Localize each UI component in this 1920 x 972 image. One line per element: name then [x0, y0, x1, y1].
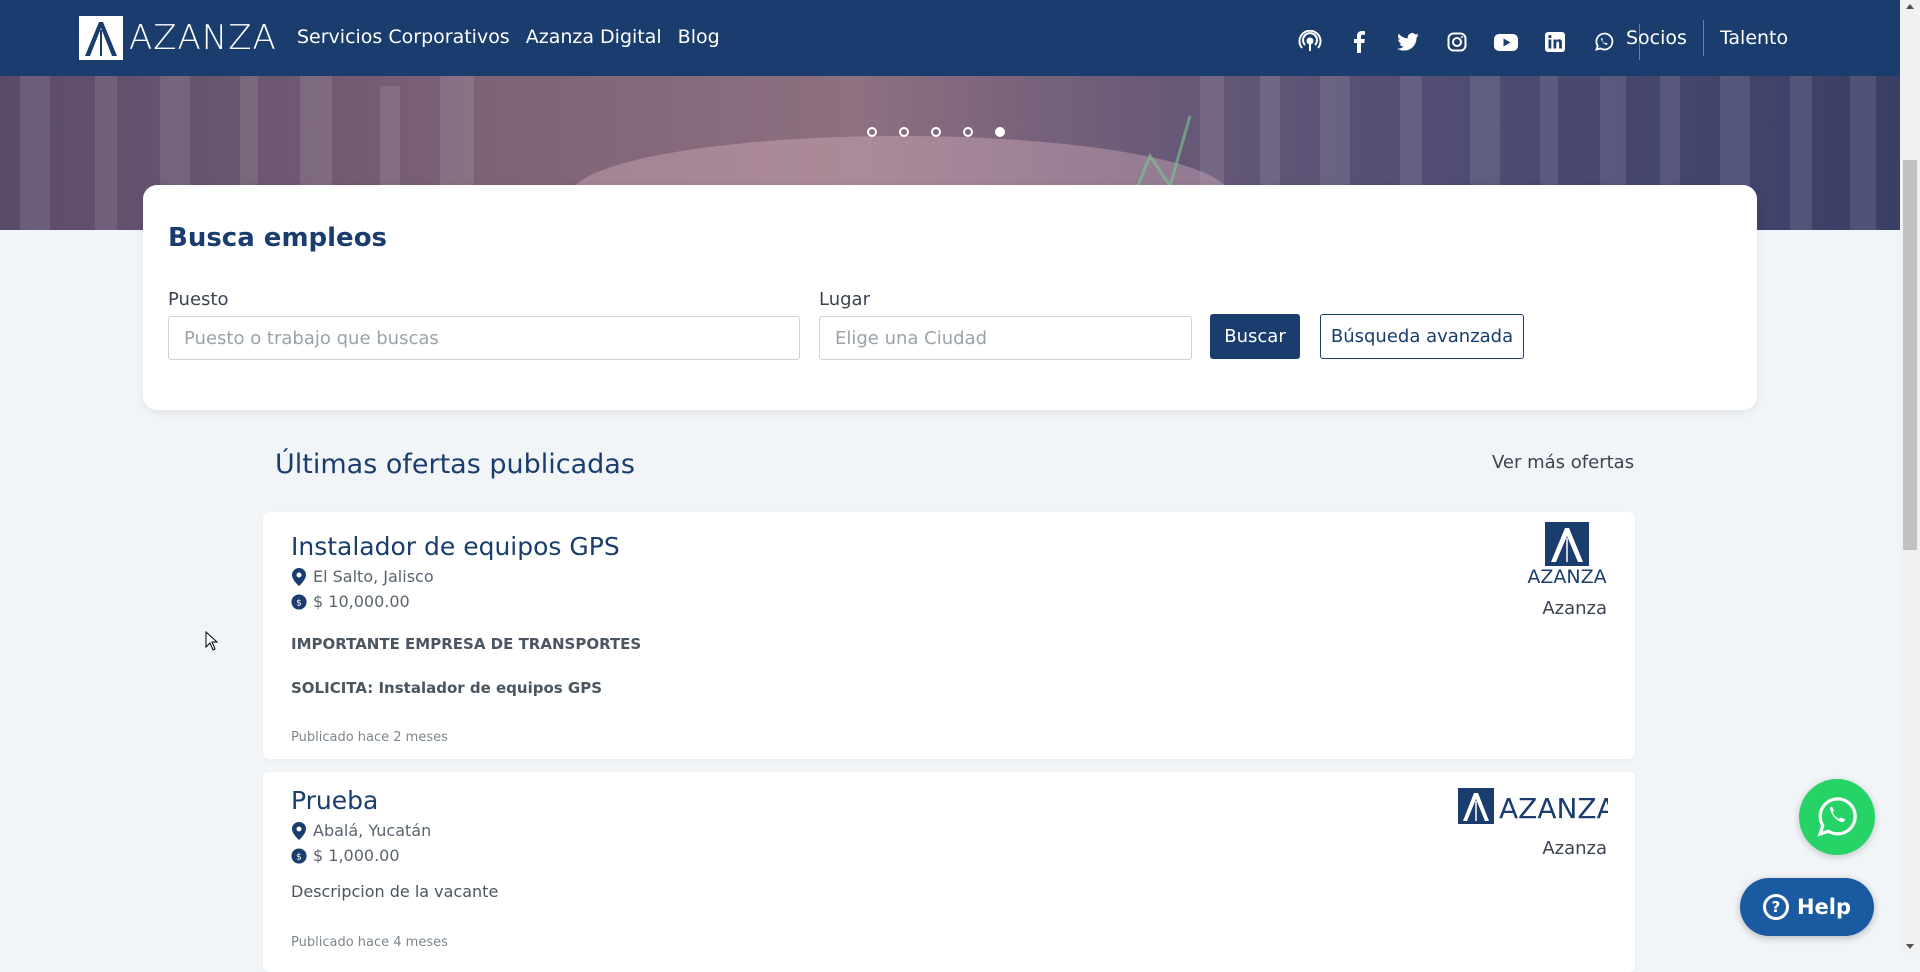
facebook-icon[interactable]	[1345, 28, 1373, 56]
carousel-dot-2[interactable]	[899, 127, 909, 137]
job-offer-card[interactable]: Prueba Abalá, Yucatán $ $ 1,000.00 Descr…	[263, 772, 1635, 972]
linkedin-icon[interactable]	[1541, 28, 1569, 56]
top-navbar: AZANZA Servicios Corporativos Azanza Dig…	[0, 0, 1900, 76]
podcast-icon[interactable]	[1296, 28, 1324, 56]
scroll-down-arrow-icon[interactable]	[1906, 944, 1914, 949]
job-salary: $ $ 10,000.00	[291, 592, 410, 611]
scroll-up-arrow-icon[interactable]	[1906, 4, 1914, 9]
carousel-dot-1[interactable]	[867, 127, 877, 137]
job-location: Abalá, Yucatán	[291, 821, 431, 840]
map-marker-icon	[291, 821, 307, 840]
company-logo-horizontal: AZANZA	[1458, 788, 1616, 830]
whatsapp-icon	[1817, 797, 1857, 837]
nav-link-socios[interactable]: Socios	[1626, 27, 1687, 49]
nav-link-servicios-corporativos[interactable]: Servicios Corporativos	[297, 26, 510, 48]
help-question-icon: ?	[1762, 894, 1789, 920]
whatsapp-icon[interactable]	[1590, 28, 1618, 56]
lugar-label: Lugar	[819, 289, 870, 310]
scrollbar-thumb[interactable]	[1903, 160, 1917, 550]
job-title[interactable]: Instalador de equipos GPS	[291, 532, 620, 561]
company-logo-stacked: AZANZA	[1527, 522, 1607, 588]
svg-text:$: $	[296, 598, 302, 608]
more-offers-link[interactable]: Ver más ofertas	[1492, 452, 1634, 473]
company-logo-text: AZANZA	[1499, 792, 1608, 825]
nav-link-blog[interactable]: Blog	[678, 26, 720, 48]
map-marker-icon	[291, 567, 307, 586]
job-title[interactable]: Prueba	[291, 786, 378, 815]
carousel-dot-5[interactable]	[995, 127, 1005, 137]
money-icon: $	[291, 593, 307, 611]
job-search-card: Busca empleos Puesto Lugar Buscar Búsque…	[143, 185, 1757, 410]
search-title: Busca empleos	[168, 223, 388, 253]
nav-divider	[1702, 20, 1704, 56]
job-salary-text: $ 1,000.00	[313, 846, 400, 865]
job-published-date: Publicado hace 2 meses	[291, 730, 448, 745]
job-location-text: El Salto, Jalisco	[313, 567, 434, 586]
job-description-line: IMPORTANTE EMPRESA DE TRANSPORTES	[291, 635, 642, 653]
youtube-icon[interactable]	[1492, 28, 1520, 56]
carousel-dot-3[interactable]	[931, 127, 941, 137]
job-salary-text: $ 10,000.00	[313, 592, 410, 611]
brand-logo[interactable]: AZANZA	[79, 16, 277, 60]
puesto-label: Puesto	[168, 289, 229, 310]
job-description-line: SOLICITA: Instalador de equipos GPS	[291, 679, 603, 697]
job-location: El Salto, Jalisco	[291, 567, 434, 586]
job-salary: $ $ 1,000.00	[291, 846, 400, 865]
puesto-input[interactable]	[168, 316, 800, 360]
mouse-cursor-icon	[205, 631, 219, 651]
job-published-date: Publicado hace 4 meses	[291, 935, 448, 950]
instagram-icon[interactable]	[1443, 28, 1471, 56]
job-offer-card[interactable]: Instalador de equipos GPS El Salto, Jali…	[263, 512, 1635, 759]
latest-offers-title: Últimas ofertas publicadas	[275, 449, 635, 480]
carousel-dots	[867, 127, 1005, 137]
right-nav: Socios Talento	[1626, 20, 1788, 56]
brand-name: AZANZA	[129, 18, 277, 58]
job-description-line: Descripcion de la vacante	[291, 882, 499, 901]
azanza-logo-mark-icon	[79, 16, 123, 60]
nav-link-talento[interactable]: Talento	[1720, 27, 1788, 49]
lugar-input[interactable]	[819, 316, 1192, 360]
search-button[interactable]: Buscar	[1210, 314, 1300, 359]
twitter-icon[interactable]	[1394, 28, 1422, 56]
company-name: Azanza	[1542, 598, 1607, 619]
money-icon: $	[291, 847, 307, 865]
main-nav: Servicios Corporativos Azanza Digital Bl…	[297, 26, 720, 48]
page-scrollbar[interactable]	[1900, 0, 1920, 953]
nav-link-azanza-digital[interactable]: Azanza Digital	[526, 26, 662, 48]
company-logo-text: AZANZA	[1527, 566, 1606, 584]
whatsapp-chat-button[interactable]	[1799, 779, 1875, 855]
company-name: Azanza	[1542, 838, 1607, 859]
help-label: Help	[1796, 895, 1852, 919]
help-button[interactable]: ? Help	[1740, 878, 1874, 936]
job-location-text: Abalá, Yucatán	[313, 821, 432, 840]
svg-text:$: $	[296, 852, 302, 862]
carousel-dot-4[interactable]	[963, 127, 973, 137]
advanced-search-button[interactable]: Búsqueda avanzada	[1320, 314, 1524, 359]
social-links	[1296, 24, 1640, 60]
